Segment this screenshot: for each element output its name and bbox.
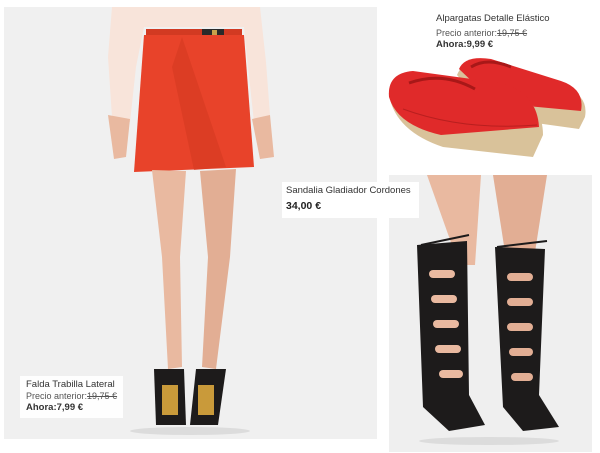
product-name: Sandalia Gladiador Cordones (286, 185, 411, 196)
product-card-espadrilles[interactable]: Alpargatas Detalle Elástico Precio anter… (383, 7, 591, 165)
product-name: Alpargatas Detalle Elástico (436, 13, 550, 24)
product-name: Falda Trabilla Lateral (26, 379, 115, 390)
price-tag-espadrilles[interactable]: Alpargatas Detalle Elástico Precio anter… (430, 10, 556, 55)
product-image-gladiator[interactable] (389, 175, 592, 452)
product-image-skirt[interactable] (4, 7, 377, 439)
current-price: Ahora:7,99 € (26, 402, 84, 414)
current-price: 34,00 € (286, 199, 322, 212)
price-tag-skirt[interactable]: Falda Trabilla Lateral Precio anterior:1… (20, 376, 124, 418)
product-card-skirt[interactable]: Falda Trabilla Lateral Precio anterior:1… (4, 7, 377, 439)
previous-price: Precio anterior:19,75 € (436, 27, 528, 38)
price-tag-gladiator[interactable]: Sandalia Gladiador Cordones 34,00 € (282, 182, 419, 218)
product-card-gladiator[interactable] (389, 175, 592, 452)
previous-price: Precio anterior:19,75 € (26, 390, 118, 401)
current-price: Ahora:9,99 € (436, 39, 494, 51)
